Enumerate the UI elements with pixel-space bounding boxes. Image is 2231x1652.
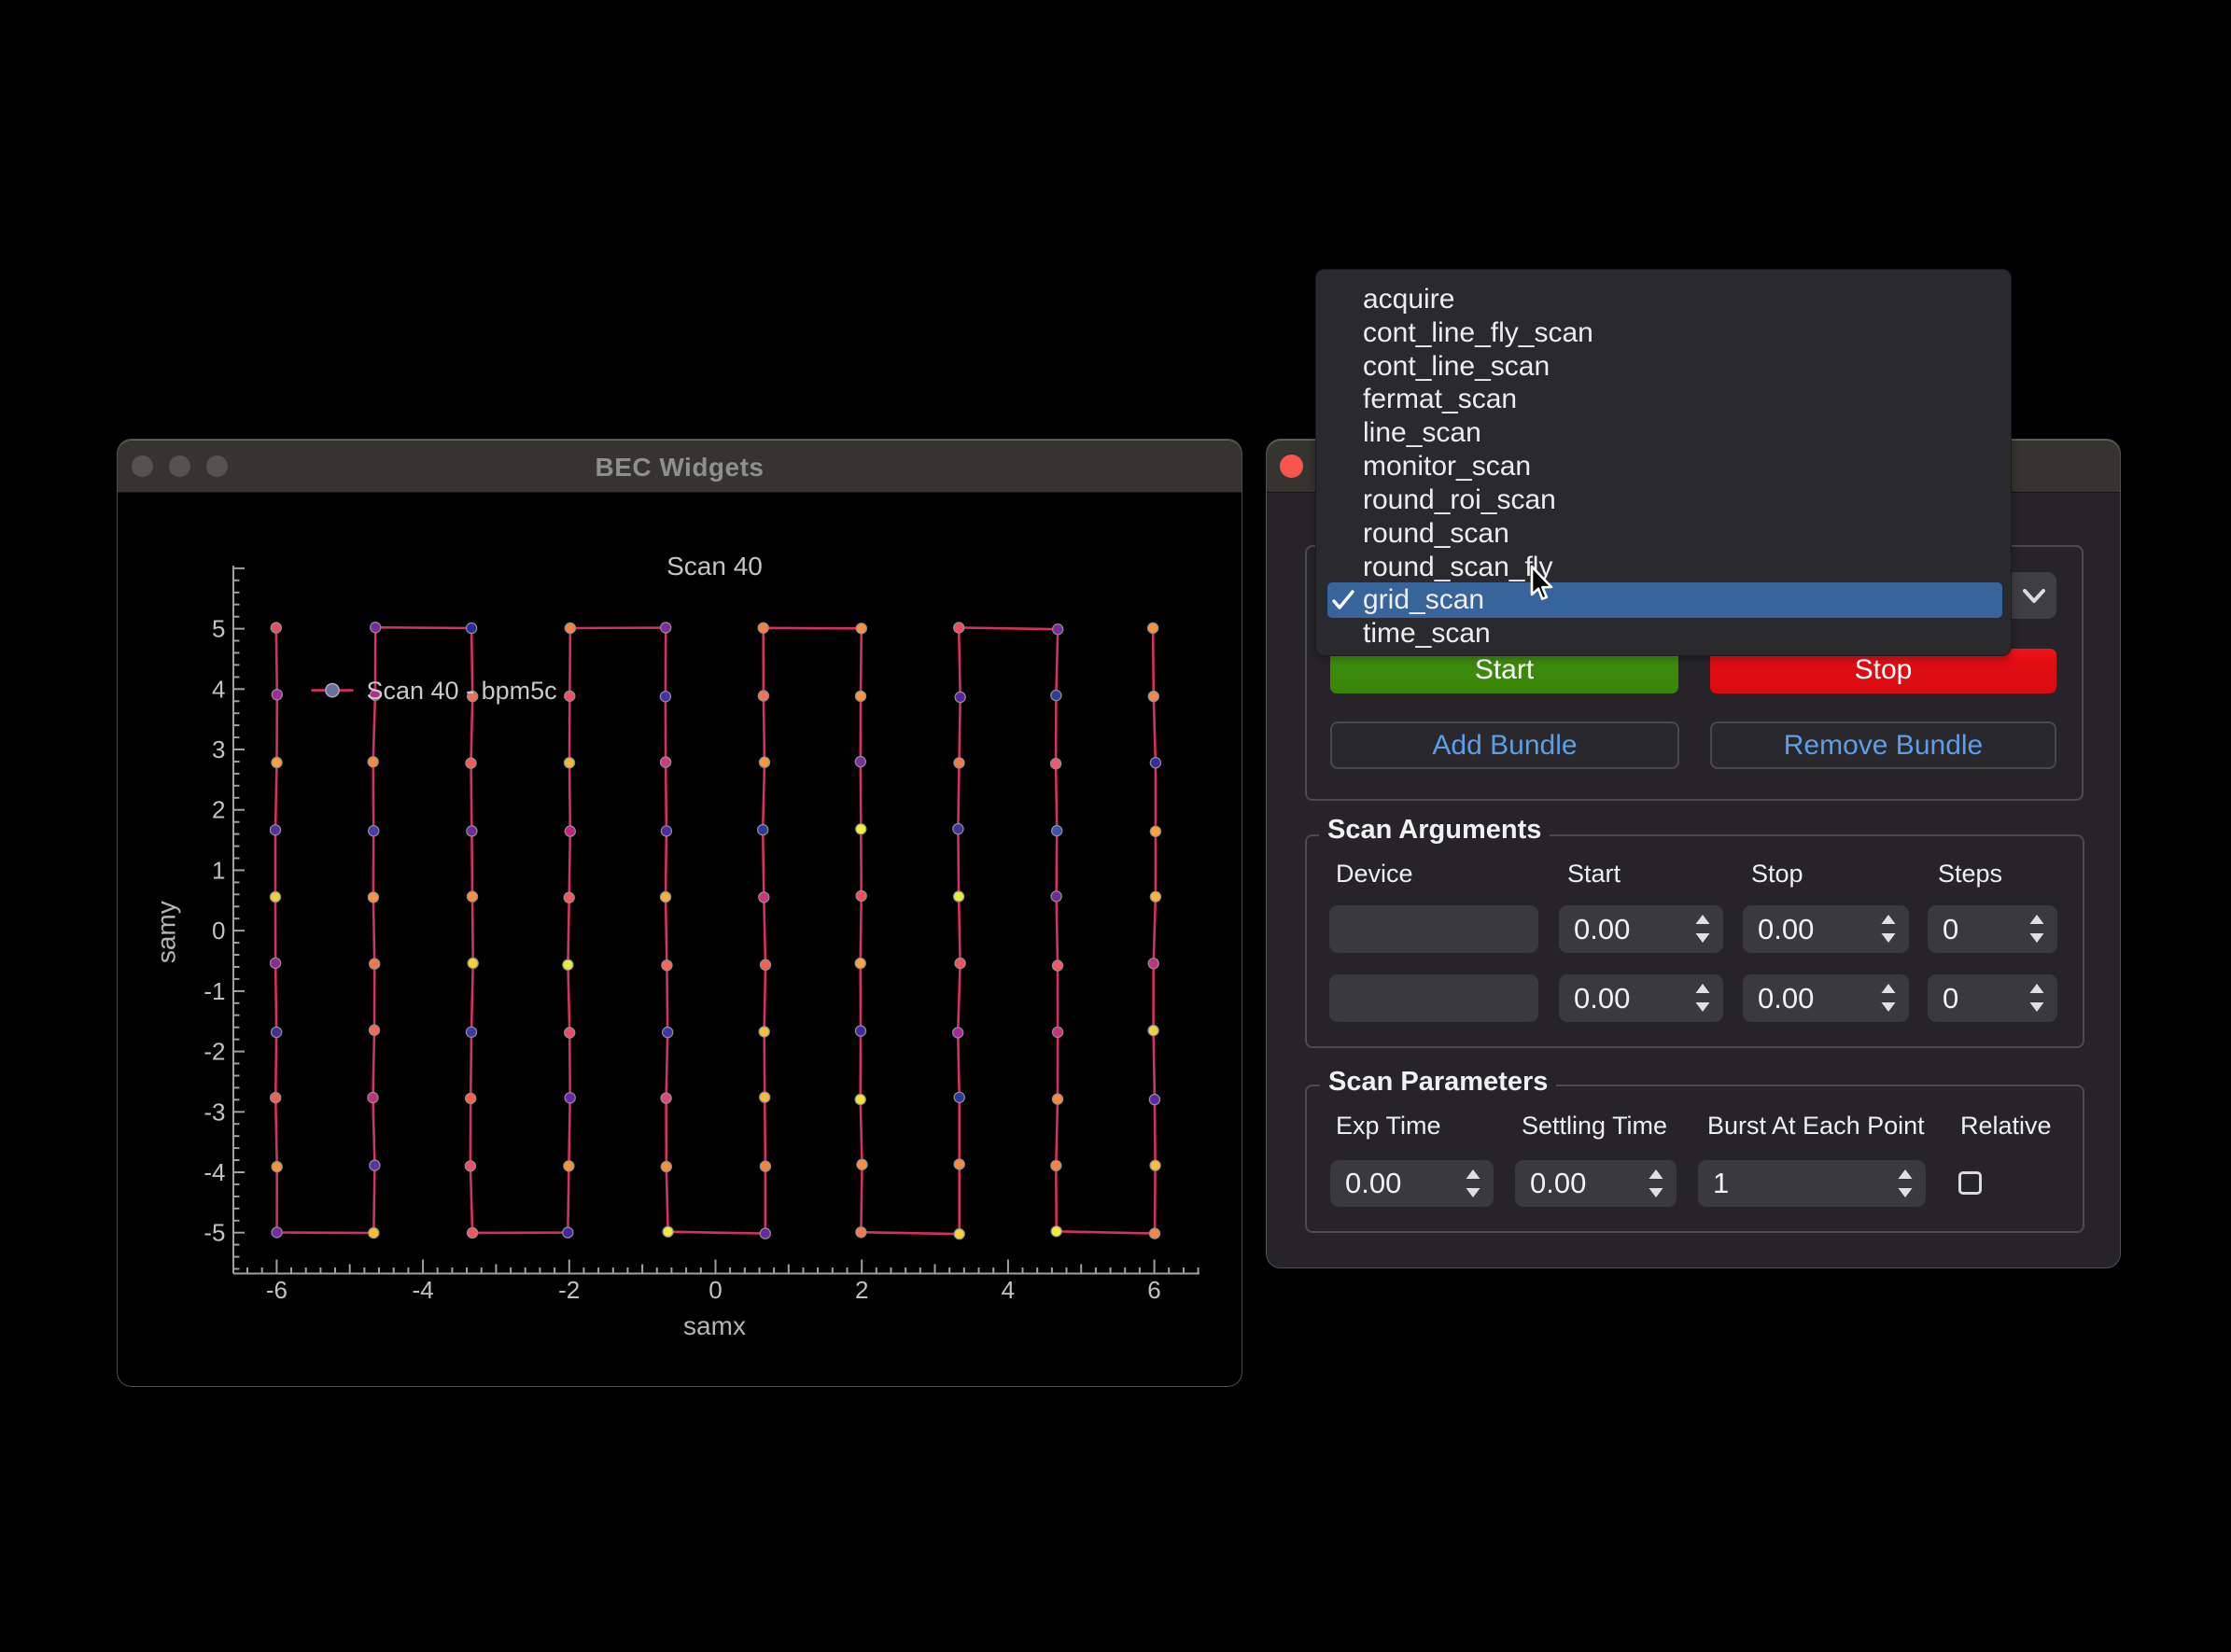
svg-text:5: 5 (212, 615, 225, 643)
svg-text:2: 2 (855, 1276, 868, 1304)
svg-text:samy: samy (152, 901, 181, 963)
svg-text:Scan 40 - bpm5c: Scan 40 - bpm5c (367, 677, 557, 705)
svg-text:3: 3 (212, 735, 225, 763)
svg-text:1: 1 (212, 856, 225, 884)
svg-text:-5: -5 (203, 1219, 225, 1247)
svg-text:Scan 40: Scan 40 (666, 552, 763, 581)
svg-text:2: 2 (212, 796, 225, 824)
svg-text:samx: samx (683, 1311, 746, 1340)
svg-text:-3: -3 (203, 1098, 225, 1126)
svg-text:-4: -4 (203, 1158, 225, 1186)
svg-text:-4: -4 (413, 1276, 434, 1304)
svg-text:0: 0 (212, 917, 225, 945)
svg-text:-2: -2 (558, 1276, 580, 1304)
svg-text:0: 0 (709, 1276, 722, 1304)
svg-text:4: 4 (1002, 1276, 1015, 1304)
svg-text:4: 4 (212, 675, 225, 703)
svg-text:-6: -6 (266, 1276, 288, 1304)
svg-text:-1: -1 (203, 977, 225, 1005)
svg-text:-2: -2 (203, 1038, 225, 1066)
svg-text:6: 6 (1147, 1276, 1160, 1304)
